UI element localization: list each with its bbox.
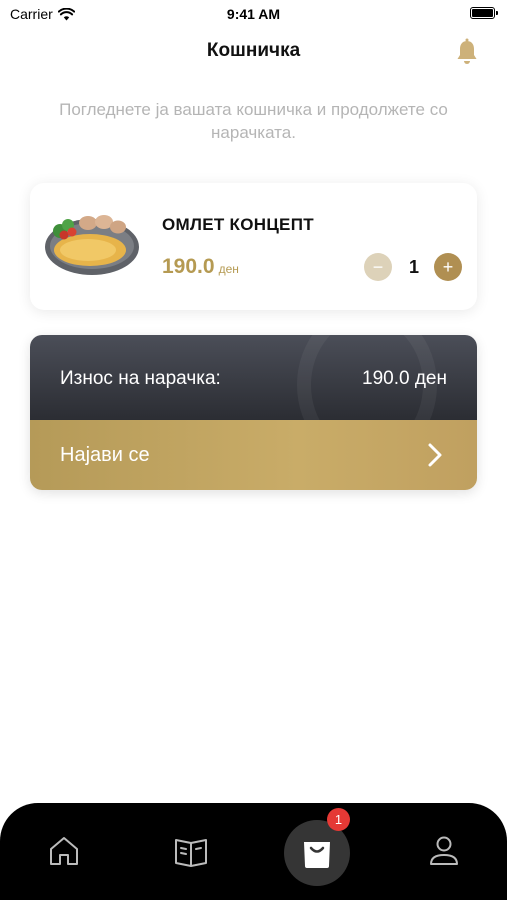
- book-menu-icon[interactable]: [173, 833, 209, 869]
- status-bar: Carrier 9:41 AM: [0, 0, 507, 28]
- home-icon[interactable]: [46, 833, 82, 869]
- decrease-quantity-button[interactable]: −: [364, 253, 392, 281]
- battery-icon: [470, 7, 498, 19]
- item-price-currency: ден: [218, 262, 239, 276]
- quantity-value: 1: [408, 257, 419, 277]
- order-total-label: Износ на нарачка:: [60, 368, 221, 389]
- login-button[interactable]: Најави се: [30, 420, 477, 490]
- page-title: Кошничка: [206, 40, 301, 61]
- cart-item-card[interactable]: ОМЛЕТ КОНЦЕПТ 190.0 ден − 1 +: [30, 183, 477, 310]
- status-time: 9:41 AM: [226, 6, 281, 22]
- bell-icon[interactable]: [455, 38, 479, 66]
- omelet-dish-image: [45, 215, 139, 275]
- order-summary-panel: Износ на нарачка: 190.0 ден Најави се: [30, 335, 477, 490]
- increase-quantity-button[interactable]: +: [434, 253, 462, 281]
- login-label: Најави се: [60, 444, 150, 466]
- cart-badge: 1: [327, 808, 350, 831]
- order-total-row: Износ на нарачка: 190.0 ден: [30, 335, 477, 465]
- item-name: ОМЛЕТ КОНЦЕПТ: [162, 215, 314, 234]
- item-price-value: 190.0: [162, 255, 215, 278]
- cart-subtitle: Погледнете ја вашата кошничка и продолже…: [59, 100, 448, 142]
- profile-icon[interactable]: [426, 833, 462, 869]
- item-price: 190.0 ден: [162, 255, 239, 279]
- order-total-value: 190.0 ден: [362, 368, 447, 389]
- chevron-right-icon: [428, 443, 442, 467]
- bottom-tab-bar: [0, 803, 507, 900]
